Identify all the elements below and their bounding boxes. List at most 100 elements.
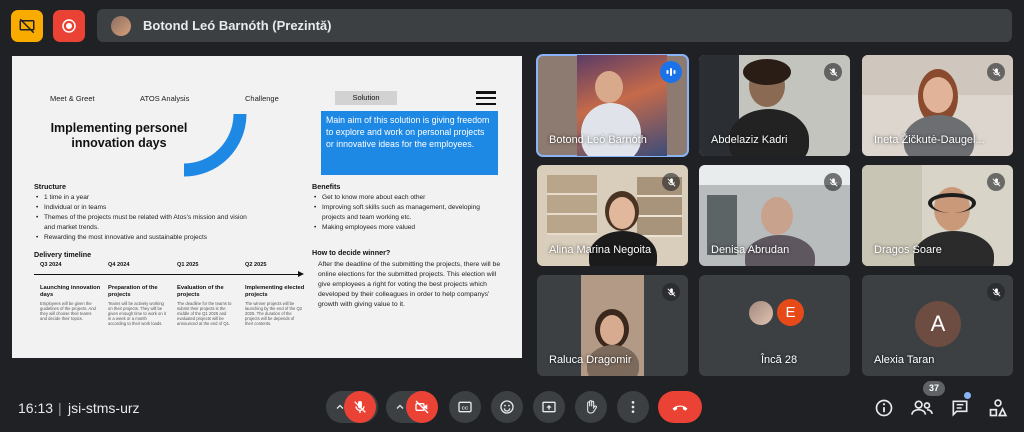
- end-call-icon: [672, 405, 688, 411]
- info-icon: [875, 399, 893, 417]
- captions-icon: CC: [458, 401, 472, 413]
- mic-off-icon: [667, 177, 675, 186]
- raise-hand-button[interactable]: [575, 391, 607, 423]
- presenter-banner[interactable]: Botond Leó Barnóth (Prezintă): [97, 9, 1012, 42]
- structure-heading: Structure: [34, 182, 66, 191]
- timeline-step-text: The deadline for the teams to submit the…: [177, 301, 232, 326]
- slide-nav-meet: Meet & Greet: [50, 94, 95, 103]
- timeline-date: Q4 2024: [108, 262, 130, 268]
- mic-off-indicator: [987, 283, 1005, 301]
- people-button[interactable]: [910, 396, 934, 420]
- present-icon: [542, 401, 556, 413]
- list-item: Themes of the projects must be related w…: [34, 213, 254, 233]
- present-screen-button[interactable]: [533, 391, 565, 423]
- timeline-step-text: Teams will be actively working on their …: [108, 301, 166, 326]
- present-off-button[interactable]: [11, 10, 43, 42]
- meeting-details-button[interactable]: [872, 396, 896, 420]
- participant-body: [581, 103, 641, 156]
- participant-tile[interactable]: Abdelaziz Kadri: [699, 55, 850, 156]
- participant-video: [761, 197, 793, 235]
- shared-slide: Meet & Greet ATOS Analysis Challenge Sol…: [12, 56, 522, 358]
- mic-off-indicator: [662, 173, 680, 191]
- participant-tile[interactable]: Raluca Dragomir: [537, 275, 688, 376]
- activities-icon: [989, 399, 1008, 417]
- participant-name: Abdelaziz Kadri: [711, 134, 788, 146]
- mic-off-indicator: [987, 173, 1005, 191]
- participant-name: Dragos Soare: [874, 244, 942, 256]
- more-options-button[interactable]: [617, 391, 649, 423]
- more-participants-label: Încă 28: [761, 354, 798, 366]
- reactions-button[interactable]: [491, 391, 523, 423]
- participant-video: [923, 77, 953, 113]
- mic-off-indicator: [987, 63, 1005, 81]
- participant-avatar-letter: A: [915, 301, 961, 347]
- emoji-icon: [500, 400, 514, 414]
- benefits-heading: Benefits: [312, 182, 341, 191]
- present-off-icon: [19, 18, 35, 34]
- participant-tile[interactable]: A Alexia Taran: [862, 275, 1013, 376]
- participant-video: [595, 71, 623, 103]
- list-item: Individual or in teams: [34, 203, 254, 213]
- speaking-indicator: [660, 61, 682, 83]
- participant-tile[interactable]: Ineta Žičkutė-Daugel...: [862, 55, 1013, 156]
- benefits-list: Get to know more about each other Improv…: [312, 193, 502, 233]
- participant-name: Raluca Dragomir: [549, 354, 632, 366]
- mic-off-icon: [829, 177, 837, 186]
- slide-highlight: Main aim of this solution is giving free…: [321, 111, 498, 175]
- chat-notification-dot: [964, 392, 971, 399]
- slide-arc-decoration: [183, 113, 247, 177]
- participant-tile[interactable]: Botond Leó Barnóth: [536, 54, 689, 157]
- mic-off-indicator: [824, 63, 842, 81]
- more-participants-tile[interactable]: E Încă 28: [699, 275, 850, 376]
- activities-button[interactable]: [986, 396, 1010, 420]
- people-count-badge: 37: [923, 381, 945, 396]
- mic-off-icon: [992, 177, 1000, 186]
- slide-nav-challenge: Challenge: [245, 94, 279, 103]
- timeline-step-title: Evaluation of the projects: [177, 285, 224, 298]
- participant-name: Botond Leó Barnóth: [549, 134, 647, 146]
- timeline-arrow: [298, 271, 304, 277]
- top-bar: Botond Leó Barnóth (Prezintă): [0, 0, 1024, 50]
- chevron-up-icon[interactable]: [394, 401, 406, 413]
- slide-nav-analysis: ATOS Analysis: [140, 94, 190, 103]
- slide-title: Implementing personel innovation days: [50, 121, 188, 150]
- slide-nav-solution: Solution: [335, 91, 397, 105]
- meeting-code: jsi-stms-urz: [68, 400, 140, 416]
- raise-hand-icon: [587, 400, 597, 414]
- record-icon: [62, 19, 76, 33]
- participant-video: [609, 197, 635, 229]
- timeline-date: Q1 2025: [177, 262, 199, 268]
- leave-call-button[interactable]: [658, 391, 702, 423]
- chat-button[interactable]: [948, 396, 972, 420]
- participant-name: Alina Marina Negoita: [549, 244, 652, 256]
- list-item: Improving soft skills such as management…: [312, 203, 502, 223]
- participant-name: Alexia Taran: [874, 354, 935, 366]
- mic-off-icon: [354, 401, 366, 413]
- list-item: 1 time in a year: [34, 193, 254, 203]
- structure-list: 1 time in a year Individual or in teams …: [34, 193, 254, 243]
- svg-text:CC: CC: [462, 405, 469, 410]
- mic-off-icon: [992, 287, 1000, 296]
- timeline-line: [34, 274, 302, 275]
- participant-tile[interactable]: Denisa Abrudan: [699, 165, 850, 266]
- captions-button[interactable]: CC: [449, 391, 481, 423]
- timeline-step-title: Preparation of the projects: [108, 285, 158, 298]
- timeline-heading: Delivery timeline: [34, 250, 92, 259]
- camera-toggle-button[interactable]: [406, 391, 438, 423]
- participant-tile[interactable]: Dragos Soare: [862, 165, 1013, 266]
- mic-toggle-button[interactable]: [344, 391, 376, 423]
- people-icon: [911, 400, 933, 415]
- mic-off-icon: [667, 287, 675, 296]
- audio-level-icon: [666, 68, 676, 76]
- timeline-date: Q3 2024: [40, 262, 62, 268]
- timeline-step-text: Employees will be given the guidelines o…: [40, 301, 96, 321]
- participant-avatar: [747, 299, 775, 327]
- list-item: Making employees more valued: [312, 223, 502, 233]
- participant-tile[interactable]: Alina Marina Negoita: [537, 165, 688, 266]
- participant-name: Denisa Abrudan: [711, 244, 790, 256]
- timeline-step-text: The winner projects will be launching by…: [245, 301, 303, 326]
- mic-off-icon: [829, 67, 837, 76]
- participant-hair: [743, 59, 791, 85]
- bottom-bar: 16:13 | jsi-stms-urz CC: [0, 382, 1024, 432]
- recording-button[interactable]: [53, 10, 85, 42]
